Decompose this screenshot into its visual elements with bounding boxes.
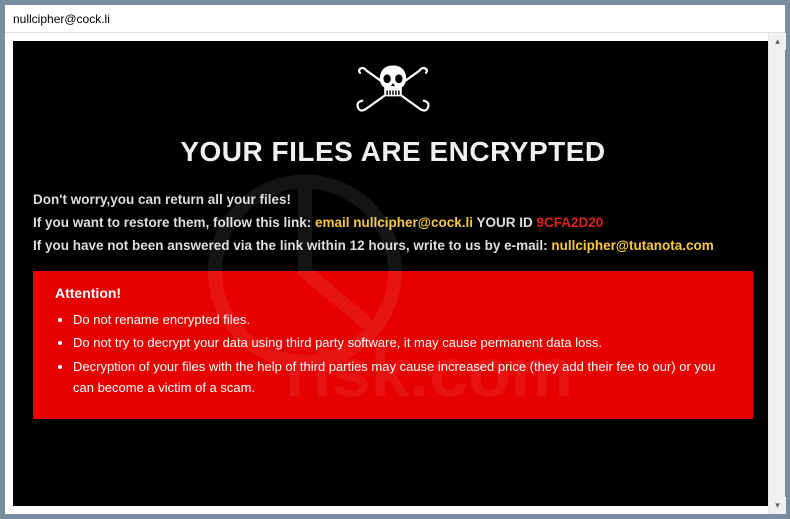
vertical-scrollbar[interactable]: ▴ ▾: [768, 33, 785, 514]
ransom-line-3: If you have not been answered via the li…: [33, 236, 753, 257]
window-title: nullcipher@cock.li: [13, 12, 110, 26]
scroll-up-button[interactable]: ▴: [769, 33, 786, 50]
scroll-track[interactable]: [769, 50, 785, 497]
contact-email-link[interactable]: email nullcipher@cock.li: [315, 215, 473, 230]
attention-box: Attention! Do not rename encrypted files…: [33, 271, 753, 419]
ransom-note-body: risk.com: [13, 41, 773, 506]
your-id-label: YOUR ID: [473, 215, 537, 230]
ransom-heading: YOUR FILES ARE ENCRYPTED: [33, 136, 753, 168]
chevron-down-icon: ▾: [775, 500, 780, 511]
window-titlebar: nullcipher@cock.li: [5, 5, 785, 33]
attention-title: Attention!: [55, 285, 731, 301]
attention-item: Decryption of your files with the help o…: [73, 356, 731, 399]
ransom-note-window: nullcipher@cock.li risk.com: [4, 4, 786, 515]
ransom-line-1: Don't worry,you can return all your file…: [33, 190, 753, 211]
chevron-up-icon: ▴: [775, 36, 780, 47]
browser-viewport: nullcipher@cock.li risk.com: [0, 0, 790, 519]
content-area: risk.com: [5, 33, 785, 514]
fallback-email-link[interactable]: nullcipher@tutanota.com: [551, 238, 713, 253]
line2-prefix: If you want to restore them, follow this…: [33, 215, 315, 230]
attention-item: Do not rename encrypted files.: [73, 309, 731, 330]
your-id-value: 9CFA2D20: [537, 215, 604, 230]
attention-item: Do not try to decrypt your data using th…: [73, 332, 731, 353]
ransom-line-2: If you want to restore them, follow this…: [33, 213, 753, 234]
skull-swords-icon: [33, 57, 753, 126]
scroll-down-button[interactable]: ▾: [769, 497, 786, 514]
attention-list: Do not rename encrypted files. Do not tr…: [73, 309, 731, 399]
line3-prefix: If you have not been answered via the li…: [33, 238, 551, 253]
